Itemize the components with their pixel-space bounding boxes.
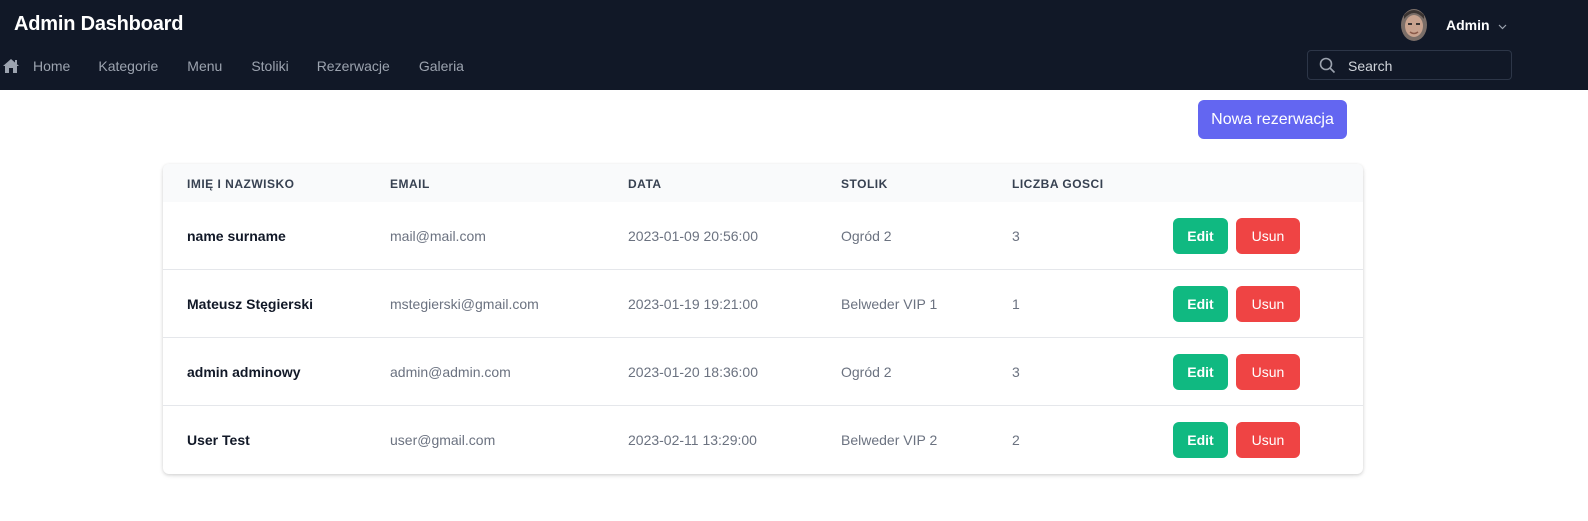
nav-item-kategorie[interactable]: Kategorie bbox=[98, 58, 158, 74]
cell-date: 2023-01-09 20:56:00 bbox=[628, 228, 758, 244]
edit-button[interactable]: Edit bbox=[1173, 422, 1228, 458]
column-header-email: EMAIL bbox=[390, 177, 430, 191]
cell-email: mstegierski@gmail.com bbox=[390, 296, 539, 312]
column-header-date: DATA bbox=[628, 177, 662, 191]
column-header-name: IMIĘ I NAZWISKO bbox=[187, 177, 295, 191]
edit-button[interactable]: Edit bbox=[1173, 286, 1228, 322]
app-title[interactable]: Admin Dashboard bbox=[14, 13, 183, 36]
column-header-guests: LICZBA GOSCI bbox=[1012, 177, 1104, 191]
cell-date: 2023-01-19 19:21:00 bbox=[628, 296, 758, 312]
cell-date: 2023-02-11 13:29:00 bbox=[628, 432, 757, 448]
cell-table: Belweder VIP 2 bbox=[841, 432, 938, 448]
cell-email: mail@mail.com bbox=[390, 228, 486, 244]
cell-table: Belweder VIP 1 bbox=[841, 296, 938, 312]
delete-button[interactable]: Usun bbox=[1236, 354, 1300, 390]
search-input[interactable] bbox=[1348, 56, 1498, 76]
nav-item-rezerwacje[interactable]: Rezerwacje bbox=[317, 58, 390, 74]
nav-item-menu[interactable]: Menu bbox=[187, 58, 222, 74]
cell-name: name surname bbox=[187, 228, 286, 244]
user-menu[interactable]: Admin bbox=[1401, 8, 1507, 42]
search-icon[interactable] bbox=[1319, 57, 1336, 79]
cell-table: Ogród 2 bbox=[841, 364, 892, 380]
cell-name: admin adminowy bbox=[187, 364, 301, 380]
column-header-table: STOLIK bbox=[841, 177, 888, 191]
cell-name: Mateusz Stęgierski bbox=[187, 296, 314, 312]
cell-guests: 3 bbox=[1012, 364, 1020, 380]
nav-item-galeria[interactable]: Galeria bbox=[419, 58, 464, 74]
table-row: admin adminowy admin@admin.com 2023-01-2… bbox=[163, 338, 1363, 406]
delete-button[interactable]: Usun bbox=[1236, 218, 1300, 254]
delete-button[interactable]: Usun bbox=[1236, 422, 1300, 458]
home-icon[interactable] bbox=[2, 58, 20, 74]
cell-date: 2023-01-20 18:36:00 bbox=[628, 364, 758, 380]
cell-table: Ogród 2 bbox=[841, 228, 892, 244]
reservations-table: IMIĘ I NAZWISKO EMAIL DATA STOLIK LICZBA… bbox=[163, 164, 1363, 474]
cell-guests: 1 bbox=[1012, 296, 1020, 312]
nav-item-stoliki[interactable]: Stoliki bbox=[251, 58, 288, 74]
user-avatar[interactable] bbox=[1401, 9, 1427, 41]
cell-email: admin@admin.com bbox=[390, 364, 511, 380]
table-row: Mateusz Stęgierski mstegierski@gmail.com… bbox=[163, 270, 1363, 338]
table-row: User Test user@gmail.com 2023-02-11 13:2… bbox=[163, 406, 1363, 474]
top-navbar: Admin Dashboard Admin Home Kategorie Men… bbox=[0, 0, 1588, 90]
table-row: name surname mail@mail.com 2023-01-09 20… bbox=[163, 202, 1363, 270]
edit-button[interactable]: Edit bbox=[1173, 218, 1228, 254]
chevron-down-icon[interactable] bbox=[1498, 17, 1507, 35]
user-name[interactable]: Admin bbox=[1446, 17, 1490, 33]
main-nav: Home Kategorie Menu Stoliki Rezerwacje G… bbox=[2, 55, 464, 77]
cell-guests: 3 bbox=[1012, 228, 1020, 244]
cell-email: user@gmail.com bbox=[390, 432, 496, 448]
cell-guests: 2 bbox=[1012, 432, 1020, 448]
nav-item-home[interactable]: Home bbox=[33, 58, 70, 74]
new-reservation-button[interactable]: Nowa rezerwacja bbox=[1198, 100, 1347, 139]
table-header: IMIĘ I NAZWISKO EMAIL DATA STOLIK LICZBA… bbox=[163, 164, 1363, 202]
cell-name: User Test bbox=[187, 432, 250, 448]
search-box[interactable] bbox=[1307, 50, 1512, 80]
delete-button[interactable]: Usun bbox=[1236, 286, 1300, 322]
edit-button[interactable]: Edit bbox=[1173, 354, 1228, 390]
